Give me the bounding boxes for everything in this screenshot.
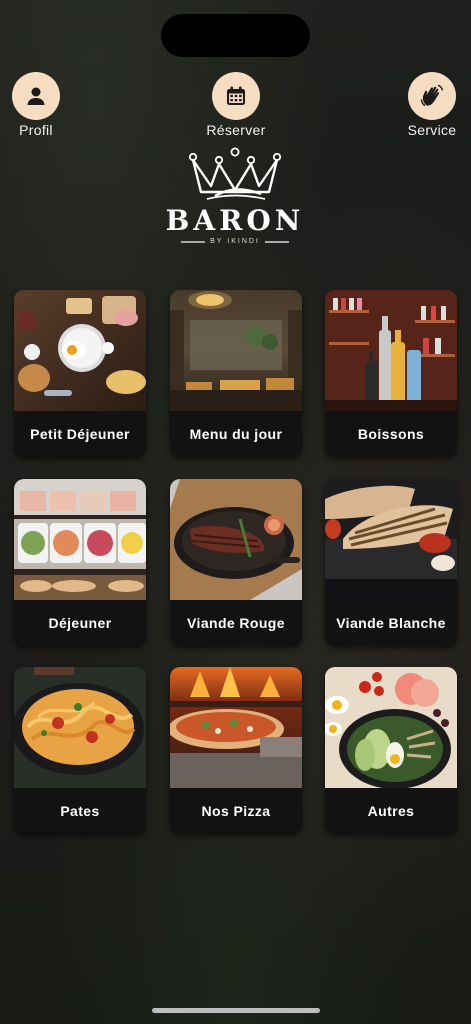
menu-card-nos-pizza[interactable]: Nos Pizza: [170, 667, 302, 833]
bar-shelf-photo: [325, 290, 457, 411]
dynamic-island: [161, 14, 310, 57]
menu-card-label: Pates: [60, 802, 100, 819]
menu-card-autres[interactable]: Autres: [325, 667, 457, 833]
reserve-label: Réserver: [206, 122, 266, 138]
salad-bowl-photo: [325, 667, 457, 788]
menu-card-label: Menu du jour: [189, 425, 283, 442]
menu-card-petit-dejeuner[interactable]: Petit Déjeuner: [14, 290, 146, 456]
pizza-oven-photo: [170, 667, 302, 788]
menu-card-viande-rouge[interactable]: Viande Rouge: [170, 479, 302, 645]
menu-card-menu-du-jour[interactable]: Menu du jour: [170, 290, 302, 456]
menu-grid: Petit Déjeuner Menu du jour Boissons Déj…: [14, 290, 457, 835]
menu-card-label: Boissons: [357, 425, 425, 442]
service-button[interactable]: Service: [392, 72, 471, 138]
home-indicator[interactable]: [152, 1008, 320, 1013]
profile-button[interactable]: Profil: [0, 72, 76, 138]
steak-photo: [170, 479, 302, 600]
lunch-buffet-photo: [14, 479, 146, 600]
restaurant-terrace-photo: [170, 290, 302, 411]
menu-card-label: Petit Déjeuner: [30, 425, 130, 442]
divider: [264, 240, 289, 243]
menu-card-label: Viande Rouge: [187, 614, 285, 631]
menu-card-dejeuner[interactable]: Déjeuner: [14, 479, 146, 645]
menu-card-pates[interactable]: Pates: [14, 667, 146, 833]
logo-wordmark: BARON: [165, 204, 305, 237]
service-label: Service: [407, 122, 457, 138]
breakfast-photo: [14, 290, 146, 411]
menu-card-label: Nos Pizza: [201, 802, 271, 819]
menu-card-label: Autres: [367, 802, 415, 819]
reserve-button[interactable]: Réserver: [196, 72, 276, 138]
menu-card-viande-blanche[interactable]: Viande Blanche: [325, 479, 457, 645]
crown-icon: [188, 147, 282, 200]
profile-icon: [12, 72, 60, 120]
logo-subtitle: BY IKINDI: [210, 238, 260, 245]
menu-card-boissons[interactable]: Boissons: [325, 290, 457, 456]
waving-hand-icon: [408, 72, 456, 120]
profile-label: Profil: [19, 122, 53, 138]
calendar-icon: [212, 72, 260, 120]
divider: [181, 240, 206, 243]
logo-subtitle-row: BY IKINDI: [181, 238, 289, 245]
menu-card-label: Déjeuner: [48, 614, 112, 631]
grilled-chicken-photo: [325, 479, 457, 600]
pasta-photo: [14, 667, 146, 788]
baron-logo: BARON BY IKINDI: [160, 146, 310, 246]
menu-card-label: Viande Blanche: [336, 614, 446, 631]
